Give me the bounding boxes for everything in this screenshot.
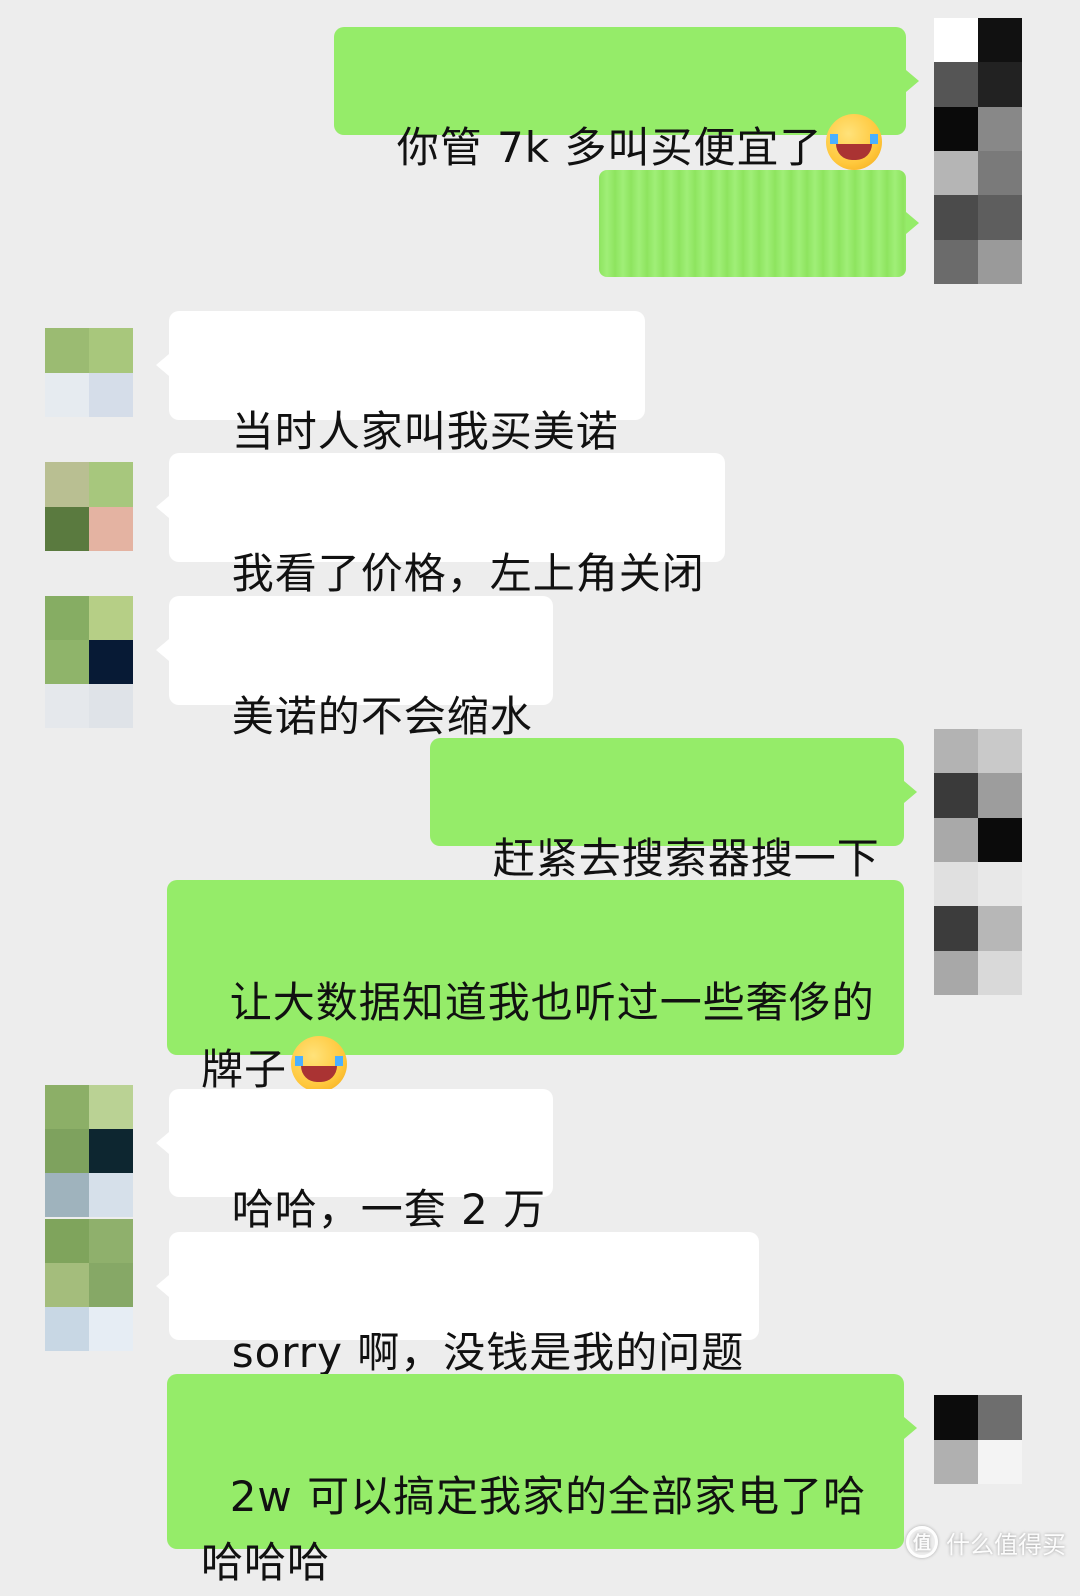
- my-avatar[interactable]: [934, 18, 1022, 284]
- message-bubble-incoming[interactable]: sorry 啊，没钱是我的问题: [169, 1232, 759, 1377]
- my-avatar[interactable]: [934, 1395, 1022, 1484]
- contact-avatar[interactable]: [45, 1219, 133, 1351]
- message-bubble-outgoing[interactable]: 赶紧去搜索器搜一下: [430, 738, 904, 883]
- message-bubble-incoming[interactable]: 我看了价格，左上角关闭: [169, 453, 725, 598]
- message-bubble-incoming[interactable]: 哈哈，一套 2 万: [169, 1089, 553, 1234]
- watermark-text: 什么值得买: [946, 1530, 1066, 1559]
- bubble-tail: [156, 1275, 169, 1297]
- bubble-tail: [904, 1417, 917, 1439]
- message-text: 2w 可以搞定我家的全部家电了哈 哈哈哈: [201, 1472, 867, 1587]
- my-avatar[interactable]: [934, 729, 1022, 995]
- message-text: 美诺的不会缩水: [231, 692, 533, 741]
- watermark-logo-icon: 值: [906, 1526, 938, 1558]
- redacted-message-bubble[interactable]: [599, 170, 906, 277]
- message-text: 赶紧去搜索器搜一下: [492, 834, 880, 883]
- contact-avatar[interactable]: [45, 596, 133, 728]
- bubble-tail: [904, 781, 917, 803]
- message-text: 当时人家叫我买美诺: [231, 407, 619, 456]
- tears-of-joy-emoji-icon: [291, 1036, 348, 1092]
- watermark: 值 什么值得买: [906, 1522, 1066, 1562]
- message-bubble-outgoing[interactable]: 你管 7k 多叫买便宜了: [334, 27, 906, 172]
- message-bubble-outgoing[interactable]: 2w 可以搞定我家的全部家电了哈 哈哈哈: [167, 1374, 904, 1587]
- message-bubble-incoming[interactable]: 当时人家叫我买美诺: [169, 311, 645, 456]
- bubble-tail: [156, 1132, 169, 1154]
- bubble-tail: [156, 496, 169, 518]
- contact-avatar[interactable]: [45, 328, 133, 417]
- message-bubble-incoming[interactable]: 美诺的不会缩水: [169, 596, 553, 741]
- message-text: 我看了价格，左上角关闭: [231, 549, 705, 598]
- bubble-tail: [906, 70, 919, 92]
- contact-avatar[interactable]: [45, 1085, 133, 1217]
- message-text: sorry 啊，没钱是我的问题: [231, 1328, 745, 1377]
- message-bubble-outgoing[interactable]: 让大数据知道我也听过一些奢侈的 牌子: [167, 880, 904, 1094]
- contact-avatar[interactable]: [45, 462, 133, 551]
- bubble-tail: [906, 212, 919, 234]
- facepalm-crying-emoji-icon: [826, 114, 883, 170]
- message-text: 你管 7k 多叫买便宜了: [396, 123, 823, 172]
- message-text: 哈哈，一套 2 万: [231, 1185, 547, 1234]
- bubble-tail: [156, 639, 169, 661]
- bubble-tail: [156, 354, 169, 376]
